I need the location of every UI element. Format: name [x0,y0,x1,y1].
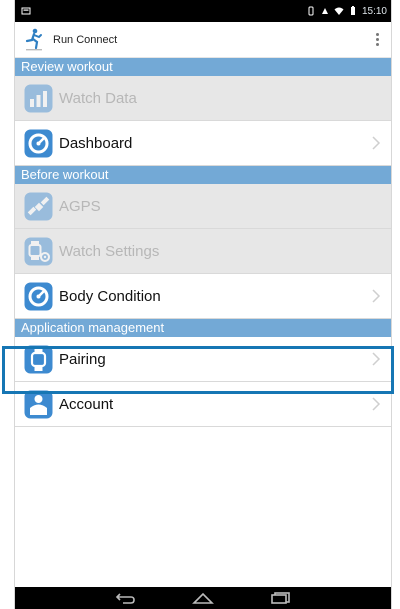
status-bar: 15:10 [15,0,391,22]
menu-item-account[interactable]: Account [15,382,391,427]
overflow-menu-icon[interactable] [371,30,383,50]
menu-item-label: Dashboard [59,134,133,152]
device-frame: 15:10 Run Connect Review workout Watch D… [0,0,400,609]
account-icon [24,390,53,419]
watch-icon [24,345,53,374]
back-icon[interactable] [114,592,136,604]
menu-item-pairing[interactable]: Pairing [15,337,391,382]
menu-item-label: Watch Settings [59,242,160,260]
status-left [21,6,31,16]
phone-screen: 15:10 Run Connect Review workout Watch D… [14,0,392,609]
chevron-right-icon [371,351,381,367]
runner-icon[interactable] [23,28,45,52]
dashboard-icon [24,129,53,158]
menu-item-watch-data: Watch Data [15,76,391,121]
wifi-icon [334,6,344,16]
menu-item-label: Watch Data [59,89,137,107]
menu-item-watch-settings: Watch Settings [15,229,391,274]
menu-item-label: Account [59,395,114,413]
chevron-right-icon [371,135,381,151]
home-icon[interactable] [192,592,214,604]
bar-chart-icon [24,84,53,113]
menu-item-agps: AGPS [15,184,391,229]
menu-item-body-condition[interactable]: Body Condition [15,274,391,319]
chevron-right-icon [371,396,381,412]
menu-item-label: AGPS [59,197,101,215]
status-time: 15:10 [361,5,387,17]
navigation-bar [15,587,391,609]
menu-item-label: Pairing [59,350,106,368]
section-header-before-workout: Before workout [15,166,391,184]
status-right: 15:10 [306,6,387,17]
menu-item-dashboard[interactable]: Dashboard [15,121,391,166]
vibrate-icon [306,6,316,16]
notification-icon [21,6,31,16]
section-header-review: Review workout [15,58,391,76]
signal-icon [320,6,330,16]
satellite-icon [24,192,53,221]
watch-settings-icon [24,237,53,266]
menu-item-label: Body Condition [59,287,161,305]
body-condition-icon [24,282,53,311]
recent-apps-icon[interactable] [270,592,292,604]
chevron-right-icon [371,288,381,304]
battery-icon [348,6,358,16]
app-title: Run Connect [53,33,118,46]
action-bar: Run Connect [15,22,391,58]
section-header-app-management: Application management [15,319,391,337]
